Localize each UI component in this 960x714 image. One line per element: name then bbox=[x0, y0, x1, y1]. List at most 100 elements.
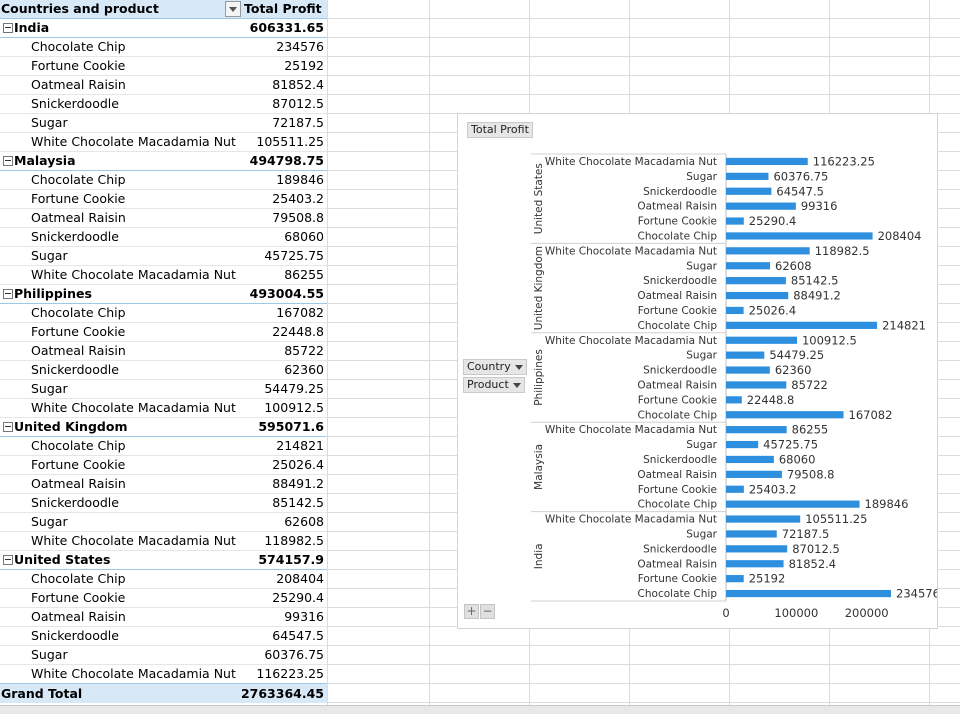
data-label: 105511.25 bbox=[805, 512, 867, 526]
product-row[interactable]: Chocolate Chip 214821 bbox=[0, 436, 327, 456]
product-row[interactable]: Fortune Cookie 25192 bbox=[0, 56, 327, 76]
product-value: 208404 bbox=[276, 571, 324, 586]
data-label: 85722 bbox=[791, 378, 828, 392]
product-row[interactable]: White Chocolate Macadamia Nut 118982.5 bbox=[0, 531, 327, 551]
bar bbox=[726, 455, 774, 464]
product-label: White Chocolate Macadamia Nut bbox=[31, 267, 236, 282]
product-row[interactable]: Sugar 72187.5 bbox=[0, 113, 327, 133]
product-row[interactable]: Fortune Cookie 22448.8 bbox=[0, 322, 327, 342]
country-row[interactable]: Philippines 493004.55 bbox=[0, 284, 327, 304]
product-row[interactable]: Snickerdoodle 85142.5 bbox=[0, 493, 327, 513]
product-label: Oatmeal Raisin bbox=[31, 343, 126, 358]
product-label: Sugar bbox=[31, 381, 68, 396]
country-row[interactable]: United Kingdom 595071.6 bbox=[0, 417, 327, 437]
grand-total-value: 2763364.45 bbox=[240, 686, 324, 701]
product-label: Chocolate Chip bbox=[31, 172, 126, 187]
product-axis-label: White Chocolate Macadamia Nut bbox=[545, 335, 717, 347]
collapse-icon[interactable] bbox=[3, 289, 13, 299]
country-axis-label: Philippines bbox=[533, 349, 545, 406]
bar bbox=[726, 470, 782, 478]
country-total: 493004.55 bbox=[249, 286, 324, 301]
data-label: 116223.25 bbox=[813, 154, 875, 168]
product-row[interactable]: Oatmeal Raisin 79508.8 bbox=[0, 208, 327, 228]
bar bbox=[726, 530, 777, 538]
product-axis-label: Snickerdoodle bbox=[643, 543, 717, 555]
product-axis-label: White Chocolate Macadamia Nut bbox=[545, 514, 717, 526]
product-row[interactable]: Fortune Cookie 25026.4 bbox=[0, 455, 327, 475]
country-total: 606331.65 bbox=[249, 20, 324, 35]
product-row[interactable]: Oatmeal Raisin 88491.2 bbox=[0, 474, 327, 494]
product-row[interactable]: Sugar 45725.75 bbox=[0, 246, 327, 266]
product-row[interactable]: Chocolate Chip 208404 bbox=[0, 569, 327, 589]
product-label: Snickerdoodle bbox=[31, 362, 119, 377]
country-row[interactable]: Malaysia 494798.75 bbox=[0, 151, 327, 171]
country-label: United States bbox=[14, 552, 111, 567]
product-value: 79508.8 bbox=[272, 210, 324, 225]
product-value: 99316 bbox=[284, 609, 324, 624]
product-axis-label: Oatmeal Raisin bbox=[637, 379, 717, 391]
product-label: Sugar bbox=[31, 115, 68, 130]
product-axis-label: White Chocolate Macadamia Nut bbox=[545, 424, 717, 436]
product-label: Fortune Cookie bbox=[31, 324, 126, 339]
bar bbox=[726, 575, 744, 583]
product-row[interactable]: White Chocolate Macadamia Nut 116223.25 bbox=[0, 664, 327, 684]
x-tick-label: 0 bbox=[722, 606, 729, 620]
product-row[interactable]: Snickerdoodle 87012.5 bbox=[0, 94, 327, 114]
collapse-icon[interactable] bbox=[3, 23, 13, 33]
product-value: 116223.25 bbox=[256, 666, 324, 681]
data-label: 25192 bbox=[749, 572, 786, 586]
data-label: 25290.4 bbox=[749, 214, 797, 228]
product-value: 105511.25 bbox=[256, 134, 324, 149]
collapse-icon[interactable] bbox=[3, 422, 13, 432]
product-row[interactable]: Sugar 54479.25 bbox=[0, 379, 327, 399]
data-label: 22448.8 bbox=[747, 393, 795, 407]
product-label: Fortune Cookie bbox=[31, 58, 126, 73]
bar bbox=[726, 232, 873, 240]
data-label: 87012.5 bbox=[792, 542, 840, 556]
product-value: 81852.4 bbox=[272, 77, 324, 92]
gridline bbox=[327, 0, 328, 705]
product-row[interactable]: Fortune Cookie 25403.2 bbox=[0, 189, 327, 209]
product-row[interactable]: Chocolate Chip 234576 bbox=[0, 37, 327, 57]
product-row[interactable]: Oatmeal Raisin 81852.4 bbox=[0, 75, 327, 95]
data-label: 60376.75 bbox=[773, 169, 828, 183]
product-label: Fortune Cookie bbox=[31, 590, 126, 605]
product-row[interactable]: Fortune Cookie 25290.4 bbox=[0, 588, 327, 608]
filter-dropdown-button[interactable] bbox=[225, 1, 241, 17]
product-row[interactable]: White Chocolate Macadamia Nut 100912.5 bbox=[0, 398, 327, 418]
values-header: Total Profit bbox=[244, 1, 322, 16]
product-axis-label: Chocolate Chip bbox=[638, 409, 718, 421]
product-row[interactable]: Oatmeal Raisin 85722 bbox=[0, 341, 327, 361]
product-value: 60376.75 bbox=[264, 647, 324, 662]
country-total: 494798.75 bbox=[249, 153, 324, 168]
product-row[interactable]: Chocolate Chip 189846 bbox=[0, 170, 327, 190]
product-row[interactable]: White Chocolate Macadamia Nut 105511.25 bbox=[0, 132, 327, 152]
product-row[interactable]: Snickerdoodle 62360 bbox=[0, 360, 327, 380]
product-row[interactable]: Oatmeal Raisin 99316 bbox=[0, 607, 327, 627]
product-row[interactable]: Sugar 60376.75 bbox=[0, 645, 327, 665]
product-row[interactable]: Snickerdoodle 68060 bbox=[0, 227, 327, 247]
country-axis-label: United States bbox=[533, 163, 545, 234]
product-label: Chocolate Chip bbox=[31, 39, 126, 54]
product-row[interactable]: Sugar 62608 bbox=[0, 512, 327, 532]
collapse-icon[interactable] bbox=[3, 555, 13, 565]
bar bbox=[726, 500, 860, 508]
bar bbox=[726, 306, 744, 315]
product-row[interactable]: Snickerdoodle 64547.5 bbox=[0, 626, 327, 646]
data-label: 62608 bbox=[775, 259, 812, 273]
product-row[interactable]: White Chocolate Macadamia Nut 86255 bbox=[0, 265, 327, 285]
pivot-chart[interactable]: Total Profit Country Product + − United … bbox=[457, 113, 938, 629]
product-label: Snickerdoodle bbox=[31, 96, 119, 111]
product-label: Oatmeal Raisin bbox=[31, 609, 126, 624]
product-value: 72187.5 bbox=[272, 115, 324, 130]
x-tick-label: 200000 bbox=[845, 606, 889, 620]
product-axis-label: Oatmeal Raisin bbox=[637, 290, 717, 302]
bar bbox=[726, 485, 744, 493]
product-label: Snickerdoodle bbox=[31, 495, 119, 510]
country-row[interactable]: India 606331.65 bbox=[0, 18, 327, 38]
product-axis-label: Chocolate Chip bbox=[638, 230, 718, 242]
country-row[interactable]: United States 574157.9 bbox=[0, 550, 327, 570]
product-row[interactable]: Chocolate Chip 167082 bbox=[0, 303, 327, 323]
collapse-icon[interactable] bbox=[3, 156, 13, 166]
bar bbox=[726, 589, 891, 598]
